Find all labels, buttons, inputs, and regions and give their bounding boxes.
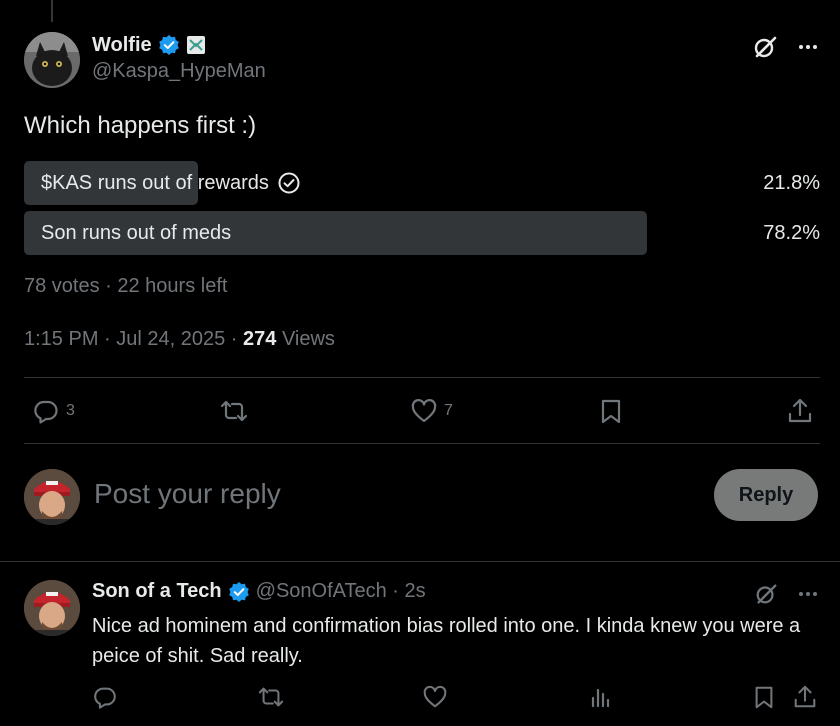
like-icon[interactable]: [422, 684, 448, 710]
reply-count: 3: [66, 402, 75, 419]
poll-option-percent: 21.8%: [763, 171, 820, 194]
like-count: 7: [444, 402, 453, 419]
repost-icon[interactable]: [256, 684, 286, 710]
post-meta: 1:15 PM · Jul 24, 2025 · 274 Views: [24, 328, 335, 351]
bookmark-button[interactable]: [598, 392, 624, 430]
reply-header: Son of a Tech @SonOfATech · 2s: [92, 580, 426, 603]
poll-option-label: $KAS runs out of rewards: [41, 171, 269, 194]
bookmark-icon: [598, 397, 624, 425]
reply-author-name[interactable]: Son of a Tech: [92, 580, 222, 603]
post-header: Wolfie @Kaspa_HypeMan: [24, 32, 820, 88]
reply-text: Nice ad hominem and confirmation bias ro…: [92, 615, 801, 667]
bookmark-icon[interactable]: [752, 684, 776, 710]
verified-badge-icon: [158, 34, 180, 56]
composer-avatar[interactable]: [24, 469, 80, 525]
reply-submit-button[interactable]: Reply: [714, 469, 818, 521]
poll-option: $KAS runs out of rewards 21.8%: [24, 161, 820, 205]
poll-option: Son runs out of meds 78.2%: [24, 211, 820, 255]
share-button[interactable]: [786, 392, 814, 430]
verified-badge-icon: [228, 581, 250, 603]
poll-option-percent: 78.2%: [763, 221, 820, 244]
reply-author-avatar[interactable]: [24, 580, 80, 636]
thread-line: [51, 0, 53, 22]
affiliate-badge-icon[interactable]: [186, 35, 206, 55]
reply-icon[interactable]: [92, 684, 118, 710]
more-icon[interactable]: [796, 35, 820, 59]
repost-icon: [218, 397, 250, 425]
reply-header-actions: [754, 582, 820, 606]
poll-option-label: Son runs out of meds: [41, 221, 232, 244]
action-bar: 3 7: [24, 392, 820, 430]
author-avatar[interactable]: [24, 32, 80, 88]
reply-icon: [32, 397, 60, 425]
grok-icon[interactable]: [754, 582, 778, 606]
repost-button[interactable]: [218, 392, 250, 430]
divider: [24, 377, 820, 378]
check-circle-icon: [277, 171, 301, 195]
divider: [0, 561, 840, 562]
post-timestamp[interactable]: 1:15 PM · Jul 24, 2025 ·: [24, 328, 243, 350]
reply-input[interactable]: Post your reply: [94, 478, 281, 510]
divider: [24, 443, 820, 444]
analytics-icon[interactable]: [588, 684, 614, 710]
views-label: Views: [276, 328, 335, 350]
share-icon[interactable]: [792, 684, 818, 710]
author-handle[interactable]: @Kaspa_HypeMan: [92, 60, 266, 83]
post-text: Which happens first :): [24, 112, 257, 139]
author-name[interactable]: Wolfie: [92, 34, 152, 57]
share-icon: [786, 397, 814, 425]
grok-icon[interactable]: [752, 34, 778, 60]
reply-action-bar: [92, 684, 820, 714]
views-count: 274: [243, 328, 277, 350]
reply-handle-time[interactable]: @SonOfATech · 2s: [256, 580, 426, 603]
like-button[interactable]: 7: [410, 392, 453, 430]
reply-button[interactable]: 3: [32, 392, 75, 430]
poll-meta: 78 votes · 22 hours left: [24, 275, 228, 297]
like-icon: [410, 397, 438, 425]
more-icon[interactable]: [796, 582, 820, 606]
